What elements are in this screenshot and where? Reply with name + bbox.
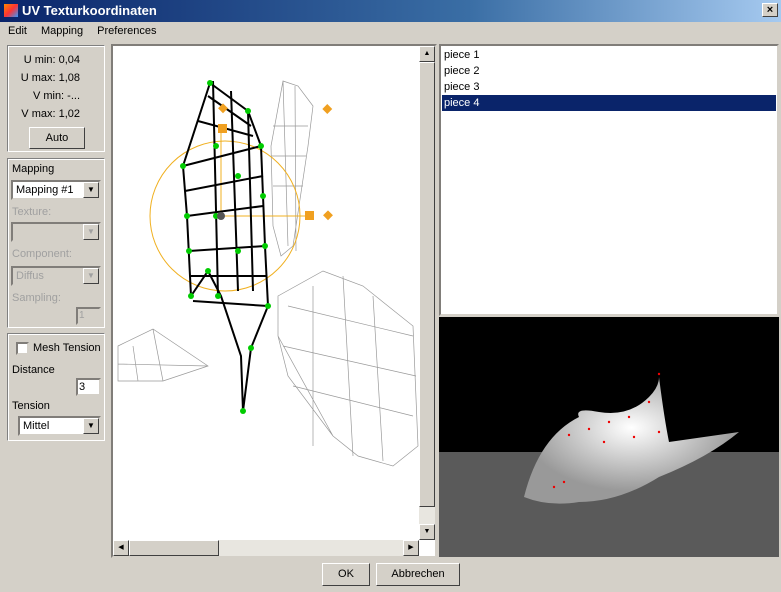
sampling-label: Sampling: (12, 292, 61, 304)
scroll-thumb[interactable] (419, 62, 435, 507)
scroll-up-icon[interactable]: ▲ (419, 46, 435, 62)
sampling-stepper[interactable]: 1 (76, 307, 101, 325)
chevron-down-icon: ▼ (83, 418, 99, 434)
scroll-left-icon[interactable]: ◀ (113, 540, 129, 556)
distance-label: Distance (12, 364, 55, 376)
mapping-label: Mapping (12, 163, 55, 175)
close-button[interactable]: × (762, 3, 778, 17)
component-label: Component: (12, 248, 72, 260)
tension-value: Mittel (23, 420, 50, 432)
cancel-button[interactable]: Abbrechen (376, 563, 460, 586)
uv-info-panel: U min: 0,04 U max: 1,08 V min: -... V ma… (7, 45, 105, 152)
texture-label: Texture: (12, 206, 52, 218)
mapping-select[interactable]: Mapping #1 ▼ (11, 180, 101, 200)
distance-value: 3 (79, 381, 86, 393)
component-value: Diffus (16, 270, 44, 282)
horizontal-scrollbar[interactable]: ◀ ▶ (113, 540, 419, 556)
scroll-down-icon[interactable]: ▼ (419, 524, 435, 540)
app-icon (4, 4, 18, 17)
3d-preview[interactable] (439, 317, 779, 557)
scroll-right-icon[interactable]: ▶ (403, 540, 419, 556)
menu-preferences[interactable]: Preferences (89, 25, 162, 37)
menu-edit[interactable]: Edit (0, 25, 33, 37)
distance-stepper[interactable]: 3 (76, 378, 101, 396)
chevron-down-icon: ▼ (83, 182, 99, 198)
menu-bar: Edit Mapping Preferences (0, 22, 781, 40)
scroll-thumb-h[interactable] (129, 540, 219, 556)
component-select[interactable]: Diffus ▼ (11, 266, 101, 286)
window-title: UV Texturkoordinaten (22, 3, 157, 18)
mapping-value: Mapping #1 (16, 184, 74, 196)
list-item-piece-2[interactable]: piece 2 (442, 63, 776, 79)
u-min: U min: 0,04 (23, 54, 80, 66)
inactive-mesh (117, 80, 419, 467)
mapping-panel: Mapping Mapping #1 ▼ Texture: ▼ Component… (7, 158, 105, 328)
texture-select[interactable]: ▼ (11, 222, 101, 242)
list-item-piece-4[interactable]: piece 4 (442, 95, 776, 111)
model-render (524, 372, 739, 504)
mesh-tension-label: Mesh Tension (33, 342, 101, 354)
uv-mesh-drawing (117, 80, 419, 467)
v-min: V min: -... (32, 90, 80, 102)
title-bar: UV Texturkoordinaten × (0, 0, 781, 22)
list-item-piece-1[interactable]: piece 1 (442, 47, 776, 63)
pivot-icon (217, 212, 225, 220)
u-max: U max: 1,08 (20, 72, 80, 84)
chevron-down-icon: ▼ (83, 224, 99, 240)
ok-button[interactable]: OK (322, 563, 370, 586)
tension-select[interactable]: Mittel ▼ (18, 416, 101, 436)
auto-button[interactable]: Auto (29, 127, 85, 149)
tension-label: Tension (12, 400, 50, 412)
pieces-list: piece 1 piece 2 piece 3 piece 4 (439, 44, 779, 316)
uv-canvas[interactable]: ▲ ▼ ◀ ▶ (111, 44, 437, 558)
v-max: V max: 1,02 (21, 108, 80, 120)
menu-mapping[interactable]: Mapping (33, 25, 89, 37)
vertical-scrollbar[interactable]: ▲ ▼ (419, 46, 435, 540)
chevron-down-icon: ▼ (83, 268, 99, 284)
sampling-value: 1 (79, 310, 85, 321)
mesh-tension-checkbox[interactable] (16, 342, 29, 355)
tension-panel: Mesh Tension Distance 3 Tension Mittel ▼ (7, 333, 105, 441)
list-item-piece-3[interactable]: piece 3 (442, 79, 776, 95)
